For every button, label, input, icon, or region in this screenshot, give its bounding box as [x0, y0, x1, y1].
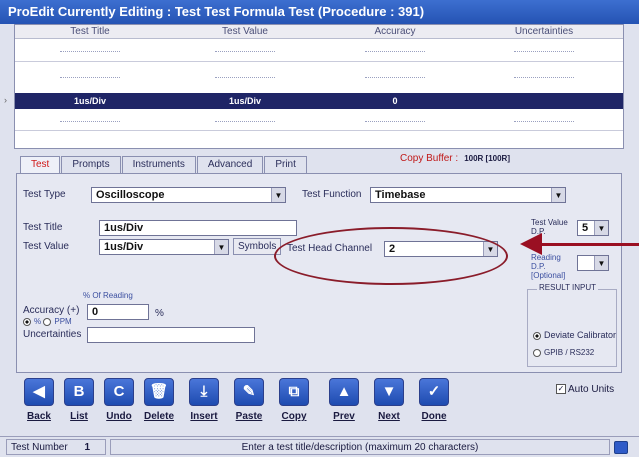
tab-strip: Test Prompts Instruments Advanced Print	[20, 156, 308, 173]
test-function-label: Test Function	[302, 189, 362, 200]
toolbar-button-label: Paste	[235, 411, 263, 422]
action-toolbar: ◀ Back B List C Undo 🗑 Delete ⤓ Insert ✎ Paste ⧉ Copy…	[16, 378, 622, 434]
status-icon[interactable]	[614, 441, 628, 454]
toolbar-button-label: Back	[27, 411, 51, 422]
toolbar-button-label: Prev	[333, 411, 355, 422]
undo-button[interactable]: C Undo	[100, 378, 138, 432]
pct-reading-label: % Of Reading	[83, 291, 133, 300]
col-test-title[interactable]: Test Title	[15, 25, 165, 38]
test-number-field: Test Number 1	[6, 439, 106, 455]
radio-ppm[interactable]	[43, 317, 52, 326]
list-icon: B	[64, 378, 94, 406]
col-uncertainties[interactable]: Uncertainties	[465, 25, 623, 38]
back-button[interactable]: ◀ Back	[20, 378, 58, 432]
uncertainties-input[interactable]	[87, 327, 255, 343]
toolbar-button-label: Insert	[190, 411, 218, 422]
col-accuracy[interactable]: Accuracy	[325, 25, 465, 38]
toolbar-button-label: Copy	[281, 411, 307, 422]
auto-units-checkbox[interactable]: ✓ Auto Units	[556, 384, 614, 395]
back-icon: ◀	[24, 378, 54, 406]
test-value-select[interactable]: 1us/Div ▼	[99, 239, 229, 255]
cell-accuracy: 0	[392, 96, 398, 106]
table-row[interactable]	[15, 113, 623, 129]
accuracy-unit: %	[155, 308, 164, 319]
reading-dp-select[interactable]: ▼	[577, 255, 609, 271]
test-type-select[interactable]: Oscilloscope ▼	[91, 187, 286, 203]
chevron-down-icon[interactable]: ▼	[594, 221, 608, 235]
highlight-ellipse	[274, 227, 508, 285]
table-row[interactable]	[15, 43, 623, 59]
test-value-label: Test Value	[23, 241, 69, 252]
copy-buffer: Copy Buffer : 100R [100R]	[400, 153, 510, 164]
tab-instruments[interactable]: Instruments	[121, 156, 196, 173]
prev-button[interactable]: ▲ Prev	[325, 378, 363, 432]
prev-icon: ▲	[329, 378, 359, 406]
chevron-down-icon[interactable]: ▼	[551, 188, 565, 202]
toolbar-button-label: Next	[378, 411, 400, 422]
callout-arrow-line	[540, 243, 639, 246]
copy-buffer-value: 100R [100R]	[464, 154, 510, 163]
copy-button[interactable]: ⧉ Copy	[275, 378, 313, 432]
cell-value: 1us/Div	[228, 96, 261, 106]
copy-buffer-label: Copy Buffer :	[400, 153, 459, 164]
chevron-down-icon[interactable]: ▼	[214, 240, 228, 254]
tab-prompts[interactable]: Prompts	[61, 156, 121, 173]
insert-button[interactable]: ⤓ Insert	[185, 378, 223, 432]
paste-icon: ✎	[234, 378, 264, 406]
checkbox-icon[interactable]: ✓	[556, 384, 566, 395]
window-title: ProEdit Currently Editing : Test Test Fo…	[0, 0, 639, 24]
accuracy-label: Accuracy (+)	[23, 305, 80, 316]
test-type-label: Test Type	[23, 189, 66, 200]
undo-icon: C	[104, 378, 134, 406]
tab-print[interactable]: Print	[264, 156, 307, 173]
status-bar: Test Number 1 Enter a test title/descrip…	[0, 436, 639, 457]
radio-pct[interactable]	[23, 317, 31, 326]
done-button[interactable]: ✓ Done	[415, 378, 453, 432]
tab-test[interactable]: Test	[20, 156, 61, 173]
next-icon: ▼	[374, 378, 404, 406]
accuracy-unit-radios: % PPM	[23, 317, 72, 326]
done-icon: ✓	[419, 378, 449, 406]
deviate-option[interactable]: Deviate Calibrator	[533, 330, 616, 340]
toolbar-button-label: Delete	[143, 411, 174, 422]
uncertainties-label: Uncertainties	[23, 329, 82, 340]
delete-icon: 🗑	[144, 378, 174, 406]
proedit-window: ProEdit Currently Editing : Test Test Fo…	[0, 0, 639, 457]
status-message: Enter a test title/description (maximum …	[110, 439, 610, 455]
result-input-label: RESULT INPUT	[537, 283, 599, 292]
insert-icon: ⤓	[189, 378, 219, 406]
chevron-down-icon[interactable]: ▼	[594, 256, 608, 270]
grid-header: Test Title Test Value Accuracy Uncertain…	[15, 25, 623, 39]
radio-gpib[interactable]	[533, 348, 541, 357]
cell-title: 1us/Div	[73, 96, 106, 106]
toolbar-button-label: Undo	[106, 411, 132, 422]
test-title-label: Test Title	[23, 222, 63, 233]
table-row-selected[interactable]: 1us/Div 1us/Div 0	[15, 93, 623, 109]
test-function-select[interactable]: Timebase ▼	[370, 187, 566, 203]
delete-button[interactable]: 🗑 Delete	[140, 378, 178, 432]
reading-dp-label: Reading D.P. [Optional]	[531, 253, 566, 280]
next-button[interactable]: ▼ Next	[370, 378, 408, 432]
list-button[interactable]: B List	[60, 378, 98, 432]
table-row[interactable]	[15, 69, 623, 85]
copy-icon: ⧉	[279, 378, 309, 406]
chevron-down-icon[interactable]: ▼	[271, 188, 285, 202]
accuracy-input[interactable]: 0	[87, 304, 149, 320]
tests-grid[interactable]: Test Title Test Value Accuracy Uncertain…	[14, 24, 624, 149]
gpib-option[interactable]: GPIB / RS232	[533, 348, 594, 357]
test-title-input[interactable]: 1us/Div	[99, 220, 297, 236]
radio-deviate[interactable]	[533, 331, 541, 340]
test-value-dp-select[interactable]: 5 ▼	[577, 220, 609, 236]
callout-arrow-icon	[520, 233, 542, 255]
toolbar-button-label: Done	[421, 411, 447, 422]
tab-advanced[interactable]: Advanced	[196, 156, 264, 173]
col-test-value[interactable]: Test Value	[165, 25, 325, 38]
toolbar-button-label: List	[70, 411, 88, 422]
paste-button[interactable]: ✎ Paste	[230, 378, 268, 432]
row-pointer-icon: ›	[4, 95, 7, 105]
